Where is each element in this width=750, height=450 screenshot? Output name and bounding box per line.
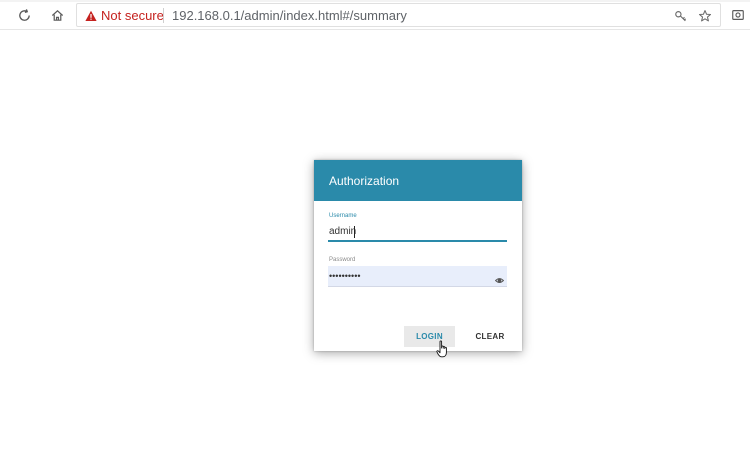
address-bar[interactable]: Not secure 192.168.0.1/admin/index.html#… [76, 3, 721, 27]
reload-icon[interactable] [14, 5, 34, 25]
dialog-title: Authorization [329, 174, 400, 188]
browser-toolbar: Not secure 192.168.0.1/admin/index.html#… [0, 0, 750, 30]
security-status[interactable]: Not secure [101, 8, 164, 23]
url-text[interactable]: 192.168.0.1/admin/index.html#/summary [172, 8, 407, 23]
warning-icon[interactable] [85, 9, 97, 21]
address-divider [163, 8, 164, 23]
extension-icon[interactable] [730, 6, 746, 24]
username-label: Username [329, 213, 357, 219]
password-input[interactable]: •••••••••• [329, 271, 361, 281]
authorization-dialog: Authorization Username Password ••••••••… [314, 160, 522, 351]
dialog-header: Authorization [314, 160, 522, 201]
clear-button[interactable]: CLEAR [469, 326, 511, 347]
star-icon[interactable] [697, 8, 713, 24]
password-field[interactable]: •••••••••• [328, 266, 507, 287]
key-icon[interactable] [673, 8, 689, 24]
eye-icon[interactable] [494, 272, 505, 283]
top-strip [0, 0, 750, 2]
home-icon[interactable] [47, 5, 67, 25]
hand-cursor-icon [436, 340, 450, 358]
password-label: Password [329, 257, 356, 263]
text-cursor [354, 226, 355, 238]
